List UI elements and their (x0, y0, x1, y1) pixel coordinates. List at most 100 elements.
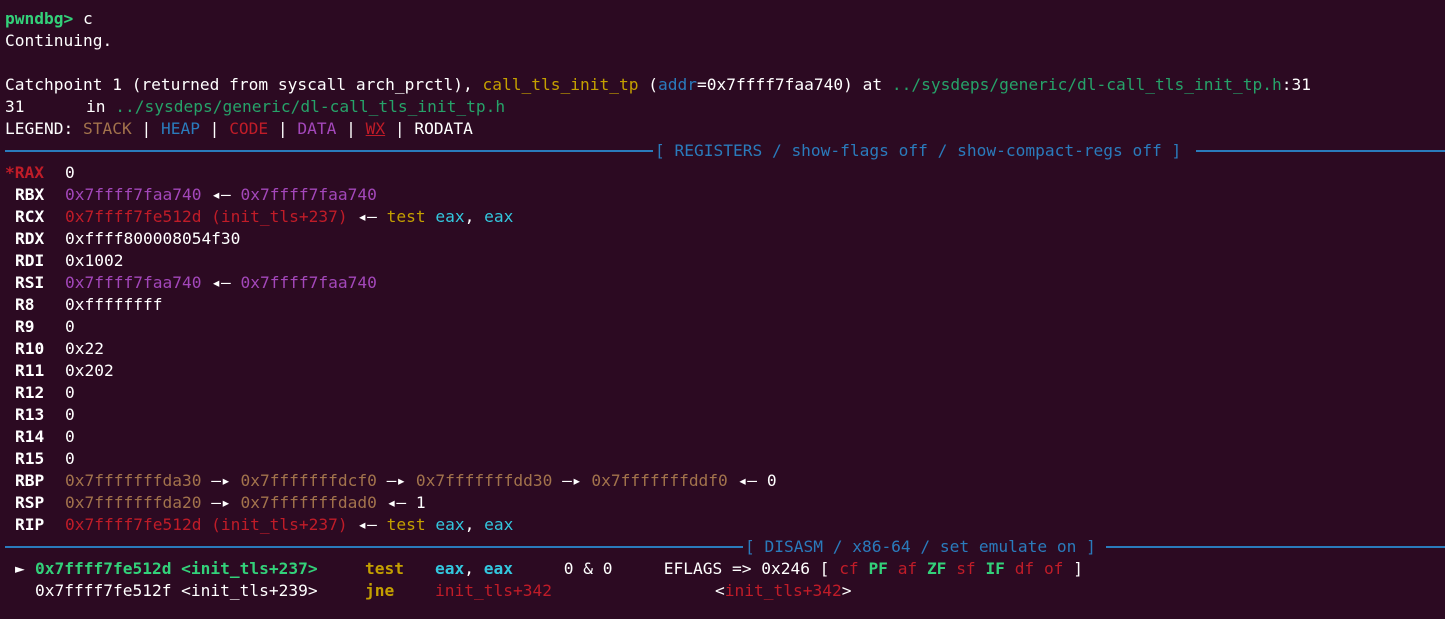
disasm-separator-right (1106, 546, 1445, 548)
disasm-operand: eax (435, 559, 465, 578)
register-row-rip: RIP 0x7ffff7fe512d (init_tls+237) ◂— test… (5, 514, 1445, 536)
register-name: R11 (15, 361, 45, 380)
disasm-operand: eax (483, 559, 513, 578)
register-row-r12: R12 0 (5, 382, 1445, 404)
legend-sep: | (131, 119, 161, 138)
register-value: 0 (65, 383, 75, 402)
register-name: RDI (15, 251, 45, 270)
register-name: R15 (15, 449, 45, 468)
instruction-operand: eax (435, 207, 465, 226)
disasm-jump-target: init_tls+342 (435, 581, 552, 600)
legend-sep: | (385, 119, 415, 138)
register-name: R13 (15, 405, 45, 424)
flag-zf: ZF (926, 559, 947, 578)
register-value: 0x1002 (65, 251, 124, 270)
legend-rodata: RODATA (414, 119, 473, 138)
arrow-right-icon: —▸ (211, 471, 231, 490)
flag-pf: PF (868, 559, 888, 578)
register-name: RBX (15, 185, 45, 204)
legend-data: DATA (297, 119, 337, 138)
legend-code: CODE (229, 119, 269, 138)
flag-if: IF (985, 559, 1005, 578)
catchpoint-arg-name: addr (657, 75, 697, 94)
register-value: 0 (65, 163, 75, 182)
arrow-right-icon: —▸ (562, 471, 582, 490)
source-line-number: 31 (5, 97, 25, 116)
arrow-left-icon: ◂— (211, 273, 231, 292)
register-value: 0 (65, 405, 75, 424)
register-row-r10: R10 0x22 (5, 338, 1445, 360)
disasm-target-bracket: < (715, 581, 725, 600)
flag-af: af (897, 559, 918, 578)
instruction-operand: eax (435, 515, 465, 534)
register-value: 0 (65, 449, 75, 468)
legend-sep: | (268, 119, 298, 138)
catchpoint-at: at (852, 75, 892, 94)
catchpoint-paren: ( (638, 75, 658, 94)
catchpoint-file: ../sysdeps/generic/dl-call_tls_init_tp.h (891, 75, 1282, 94)
instruction-operand: eax (484, 515, 514, 534)
register-value: 0x7ffff7fe512d (init_tls+237) (65, 515, 348, 534)
legend-heap: HEAP (160, 119, 200, 138)
arrow-right-icon: —▸ (386, 471, 407, 490)
register-name: RSP (15, 493, 45, 512)
disasm-address: 0x7ffff7fe512f <init_tls+239> (35, 581, 318, 600)
catchpoint-line: Catchpoint 1 (returned from syscall arch… (5, 74, 1445, 96)
register-row-r9: R9 0 (5, 316, 1445, 338)
register-row-r8: R8 0xffffffff (5, 294, 1445, 316)
instruction-mnemonic: test (386, 207, 426, 226)
register-name: R10 (15, 339, 45, 358)
registers-separator-right (1196, 150, 1445, 152)
register-row-rsi: RSI 0x7ffff7faa740 ◂— 0x7ffff7faa740 (5, 272, 1445, 294)
disasm-separator-left (5, 546, 743, 548)
register-row-rcx: RCX 0x7ffff7fe512d (init_tls+237) ◂— test… (5, 206, 1445, 228)
pointer-chain-end: 0 (766, 471, 777, 490)
continuing-text: Continuing. (5, 31, 113, 50)
register-row-rbx: RBX 0x7ffff7faa740 ◂— 0x7ffff7faa740 (5, 184, 1445, 206)
arrow-left-icon: ◂— (357, 207, 377, 226)
register-value: 0 (65, 427, 75, 446)
pointer-chain-item: 0x7fffffffda30 (65, 471, 202, 490)
instruction-operand: eax (484, 207, 514, 226)
register-row-rsp: RSP 0x7fffffffda20 —▸ 0x7fffffffdad0 ◂— 1 (5, 492, 1445, 514)
pointer-chain-item: 0x7fffffffdad0 (240, 493, 377, 512)
instruction-comma: , (464, 207, 485, 226)
legend-line: LEGEND: STACK | HEAP | CODE | DATA | WX … (5, 118, 1445, 140)
pointer-chain-item: 0x7fffffffdd30 (415, 471, 553, 490)
register-value: 0x7ffff7faa740 (65, 273, 202, 292)
instruction-comma: , (464, 515, 485, 534)
register-name: R8 (15, 295, 35, 314)
eflags-end: ] (1073, 559, 1083, 578)
register-target: 0x7ffff7faa740 (240, 273, 377, 292)
flag-of: of (1043, 559, 1064, 578)
register-row-rax: *RAX 0 (5, 162, 1445, 184)
register-name: RIP (15, 515, 45, 534)
register-name: *RAX (5, 163, 44, 182)
catchpoint-arg-value: =0x7ffff7faa740) (696, 75, 853, 94)
disasm-mnemonic: jne (365, 581, 395, 600)
pointer-chain-item: 0x7fffffffdcf0 (240, 471, 377, 490)
pointer-chain-item: 0x7fffffffddf0 (591, 471, 728, 490)
disasm-target-bracket: > (841, 581, 852, 600)
register-name: RDX (15, 229, 45, 248)
arrow-right-icon: —▸ (211, 493, 231, 512)
registers-separator-left (5, 150, 653, 152)
arrow-left-icon: ◂— (211, 185, 231, 204)
disasm-address: 0x7ffff7fe512d <init_tls+237> (35, 559, 318, 578)
prompt-label: pwndbg> (5, 9, 74, 28)
flag-sf: sf (956, 559, 976, 578)
register-name: RBP (15, 471, 45, 490)
register-value: 0 (65, 317, 75, 336)
legend-sep: | (336, 119, 366, 138)
legend-wx: WX (365, 119, 386, 138)
register-row-r13: R13 0 (5, 404, 1445, 426)
prompt-command: c (73, 9, 93, 28)
terminal-window[interactable]: pwndbg> c Continuing. Catchpoint 1 (retu… (0, 0, 1445, 619)
pointer-chain-end: 1 (415, 493, 426, 512)
register-value: 0xffffffff (65, 295, 163, 314)
catchpoint-line-number: :31 (1281, 75, 1311, 94)
disasm-row-current: ► 0x7ffff7fe512d <init_tls+237> test eax, e… (5, 558, 1445, 580)
register-name: R12 (15, 383, 45, 402)
eflags-label: EFLAGS => 0x246 [ (663, 559, 830, 578)
legend-stack: STACK (82, 119, 132, 138)
